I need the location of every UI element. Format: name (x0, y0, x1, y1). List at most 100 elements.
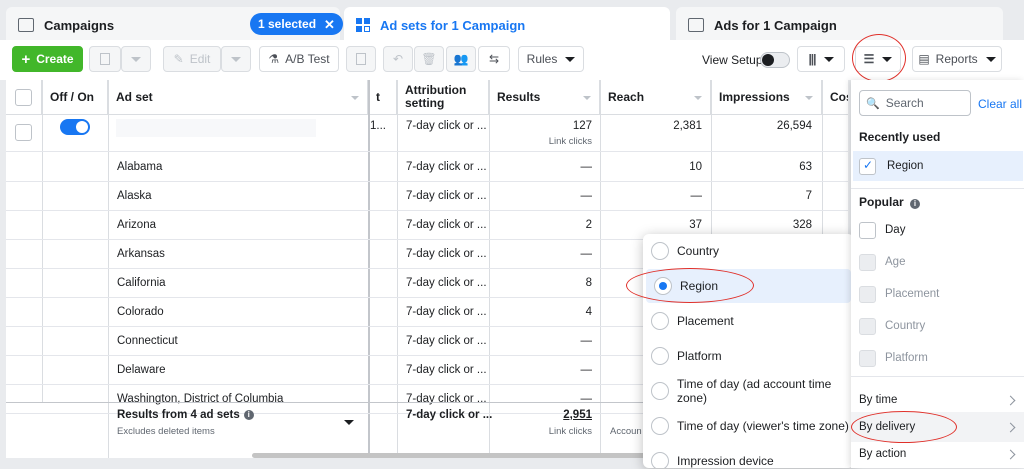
tab-adsets-label: Ad sets for 1 Campaign (380, 17, 526, 33)
breakdown-option-label: Placement (677, 314, 734, 328)
checkbox[interactable] (859, 221, 876, 239)
header-select (6, 80, 42, 115)
header-ad-set[interactable]: Ad set (108, 80, 368, 115)
columns-button[interactable]: ||| (797, 46, 845, 72)
first-row-reach: 2,381 (673, 120, 702, 132)
create-button[interactable]: + Create (12, 46, 83, 72)
breakdown-option[interactable]: Country (643, 234, 854, 268)
breakdown-option-label: Country (677, 244, 720, 258)
row-impressions: 7 (805, 189, 812, 202)
radio-button[interactable] (651, 452, 669, 468)
header-attribution[interactable]: Attribution setting (397, 80, 489, 115)
clipboard-icon (356, 53, 366, 65)
breakdown-option[interactable]: Time of day (ad account time zone) (643, 374, 854, 408)
check-icon: ✓ (863, 157, 874, 172)
row-region-name: Delaware (117, 363, 166, 376)
reports-button[interactable]: ▤ Reports (912, 46, 1002, 72)
popular-item: Placement (851, 279, 1024, 309)
rules-label: Rules (526, 52, 558, 66)
radio-button[interactable] (651, 382, 669, 400)
footer-title-label: Results from 4 ad sets (117, 409, 240, 421)
undo-button[interactable]: ↶ (383, 46, 413, 72)
by-time-item[interactable]: By time (851, 385, 1024, 415)
header-impressions[interactable]: Impressions (711, 80, 822, 115)
footer-chevron-down-icon[interactable] (344, 420, 354, 425)
close-icon[interactable]: ✕ (324, 18, 335, 31)
header-t[interactable]: t (368, 80, 397, 115)
recent-item-label: Region (887, 160, 924, 172)
breakdown-option[interactable]: Impression device (643, 444, 854, 468)
first-row-results: 127 (572, 120, 592, 132)
search-placeholder: Search (885, 96, 924, 110)
sort-icon (694, 96, 702, 100)
create-label: Create (36, 52, 74, 66)
row-results: — (580, 160, 593, 173)
row-region-name: Alaska (117, 189, 152, 202)
highlight-breakdown (852, 34, 906, 82)
chevron-right-icon (1005, 422, 1016, 432)
search-field[interactable]: 🔍 Search (859, 90, 971, 116)
select-all-checkbox[interactable] (15, 88, 32, 106)
clipboard-button[interactable] (346, 46, 376, 72)
view-setup-toggle[interactable] (760, 52, 790, 68)
export-button[interactable]: ⇆ (478, 46, 510, 72)
clear-all-link[interactable]: Clear all (978, 97, 1022, 111)
row-attribution: 7-day click or ... (406, 189, 487, 202)
edit-menu-button[interactable] (221, 46, 251, 72)
pencil-icon: ✎ (173, 52, 184, 66)
chevron-down-icon (231, 56, 241, 62)
by-action-label: By action (859, 448, 907, 460)
row-results: — (580, 189, 593, 202)
footer-attribution: 7-day click or ... (406, 409, 493, 421)
by-action-item[interactable]: By action (851, 439, 1024, 469)
ab-test-button[interactable]: ⚗ A/B Test (259, 46, 339, 72)
breakdown-option[interactable]: Platform (643, 339, 854, 373)
people-button[interactable]: 👥 (446, 46, 476, 72)
rules-button[interactable]: Rules (518, 46, 584, 72)
chevron-right-icon (1005, 449, 1016, 459)
header-results[interactable]: Results (489, 80, 600, 115)
row-attribution: 7-day click or ... (406, 363, 487, 376)
selected-badge[interactable]: 1 selected ✕ (250, 13, 343, 35)
recent-item-region[interactable]: ✓ Region (853, 151, 1023, 181)
header-results-label: Results (497, 90, 541, 104)
adset-name-redacted[interactable] (116, 119, 316, 137)
row-reach: 10 (689, 160, 702, 173)
footer-sub: Excludes deleted items (117, 426, 215, 437)
header-reach[interactable]: Reach (600, 80, 711, 115)
tab-campaigns-label: Campaigns (44, 17, 115, 33)
row-impressions: 63 (799, 160, 812, 173)
radio-button[interactable] (651, 417, 669, 435)
header-off-on[interactable]: Off / On (42, 80, 108, 115)
checkbox-checked[interactable]: ✓ (859, 157, 876, 175)
breakdown-option-label: Platform (677, 349, 722, 363)
reports-icon: ▤ (918, 52, 930, 66)
breakdown-option[interactable]: Time of day (viewer's time zone) (643, 409, 854, 443)
undo-icon: ↶ (392, 52, 404, 66)
breakdown-option[interactable]: Placement (643, 304, 854, 338)
header-impressions-label: Impressions (719, 90, 790, 104)
popular-item[interactable]: Day (851, 215, 1024, 245)
radio-button[interactable] (651, 242, 669, 260)
tab-ads[interactable]: Ads for 1 Campaign (676, 7, 1003, 43)
duplicate-button[interactable] (89, 46, 121, 72)
delete-button[interactable]: 🗑 (414, 46, 444, 72)
edit-button[interactable]: ✎ Edit (163, 46, 221, 72)
row-results: — (580, 363, 593, 376)
tab-adsets[interactable]: Ad sets for 1 Campaign (344, 7, 670, 43)
duplicate-menu-button[interactable] (121, 46, 151, 72)
row-checkbox[interactable] (15, 124, 32, 141)
header-cost[interactable]: Cost (822, 80, 848, 115)
chevron-down-icon (985, 56, 996, 62)
adset-toggle[interactable] (60, 119, 90, 135)
breakdown-panel: 🔍 Search Clear all Recently used ✓ Regio… (851, 80, 1024, 468)
checkbox (859, 349, 876, 367)
highlight-by-delivery (851, 411, 957, 443)
footer-reach-sub: Accoun (610, 426, 642, 437)
radio-button[interactable] (651, 312, 669, 330)
ab-test-label: A/B Test (285, 52, 330, 66)
sort-icon (583, 96, 591, 100)
popular-item: Age (851, 247, 1024, 277)
radio-button[interactable] (651, 347, 669, 365)
tab-ads-label: Ads for 1 Campaign (714, 17, 837, 33)
